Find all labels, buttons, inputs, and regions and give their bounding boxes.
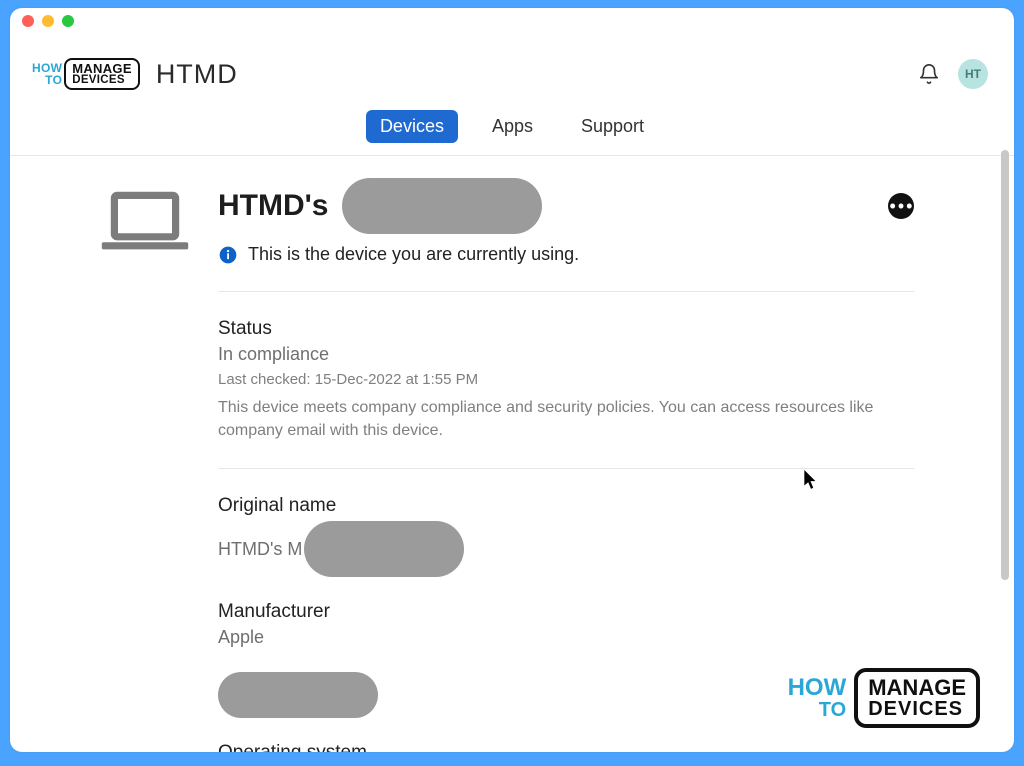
user-avatar[interactable]: HT xyxy=(958,59,988,89)
brand-name: HTMD xyxy=(156,59,238,90)
logo-badge: MANAGE DEVICES xyxy=(64,58,140,91)
original-name-block: Original name HTMD's M xyxy=(218,495,914,577)
status-label: Status xyxy=(218,318,914,340)
mouse-cursor-icon xyxy=(804,470,818,490)
device-more-menu[interactable]: ••• xyxy=(888,193,914,219)
wm-line2: DEVICES xyxy=(868,699,966,720)
wm-to: TO xyxy=(819,700,846,720)
redacted-original-name xyxy=(304,521,464,577)
wm-how: HOW xyxy=(788,676,847,700)
os-label: Operating system xyxy=(218,742,914,752)
scroll-thumb[interactable] xyxy=(1001,150,1009,580)
tab-bar: Devices Apps Support xyxy=(10,100,1014,156)
app-window: HOW TO MANAGE DEVICES HTMD HT Devices Ap… xyxy=(10,8,1014,752)
logo-to-text: TO xyxy=(45,74,62,86)
current-device-msg: This is the device you are currently usi… xyxy=(248,244,579,265)
manufacturer-block: Manufacturer Apple xyxy=(218,601,914,648)
app-header: HOW TO MANAGE DEVICES HTMD HT xyxy=(10,34,1014,100)
notifications-icon[interactable] xyxy=(918,63,940,85)
status-value: In compliance xyxy=(218,344,914,365)
logo-badge-line2: DEVICES xyxy=(72,75,132,87)
status-last-checked: Last checked: 15-Dec-2022 at 1:55 PM xyxy=(218,371,914,388)
original-name-label: Original name xyxy=(218,495,914,517)
watermark-logo: HOW TO MANAGE DEVICES xyxy=(788,668,980,728)
device-title-row: HTMD's ••• xyxy=(218,178,914,234)
current-device-row: This is the device you are currently usi… xyxy=(218,244,914,265)
divider xyxy=(218,291,914,292)
device-main: HTMD's ••• This is the device you are cu… xyxy=(218,178,918,752)
tab-support[interactable]: Support xyxy=(567,110,658,143)
window-close-button[interactable] xyxy=(22,15,34,27)
avatar-initials: HT xyxy=(965,67,981,81)
manufacturer-value: Apple xyxy=(218,627,914,648)
tab-devices[interactable]: Devices xyxy=(366,110,458,143)
window-titlebar xyxy=(10,8,1014,34)
original-name-value: HTMD's M xyxy=(218,539,302,560)
device-title-prefix: HTMD's xyxy=(218,189,328,223)
redacted-model xyxy=(218,672,378,718)
laptop-icon xyxy=(100,190,190,253)
wm-line1: MANAGE xyxy=(868,675,966,700)
redacted-device-name xyxy=(342,178,542,234)
os-block: Operating system macOS xyxy=(218,742,914,752)
device-detail-content: HTMD's ••• This is the device you are cu… xyxy=(10,156,1014,752)
tab-apps[interactable]: Apps xyxy=(478,110,547,143)
window-zoom-button[interactable] xyxy=(62,15,74,27)
window-minimize-button[interactable] xyxy=(42,15,54,27)
vertical-scrollbar[interactable] xyxy=(1000,150,1010,734)
status-block: Status In compliance Last checked: 15-De… xyxy=(218,318,914,442)
info-icon xyxy=(218,245,238,265)
logo: HOW TO MANAGE DEVICES HTMD xyxy=(32,58,238,91)
manufacturer-label: Manufacturer xyxy=(218,601,914,623)
status-description: This device meets company compliance and… xyxy=(218,396,914,442)
